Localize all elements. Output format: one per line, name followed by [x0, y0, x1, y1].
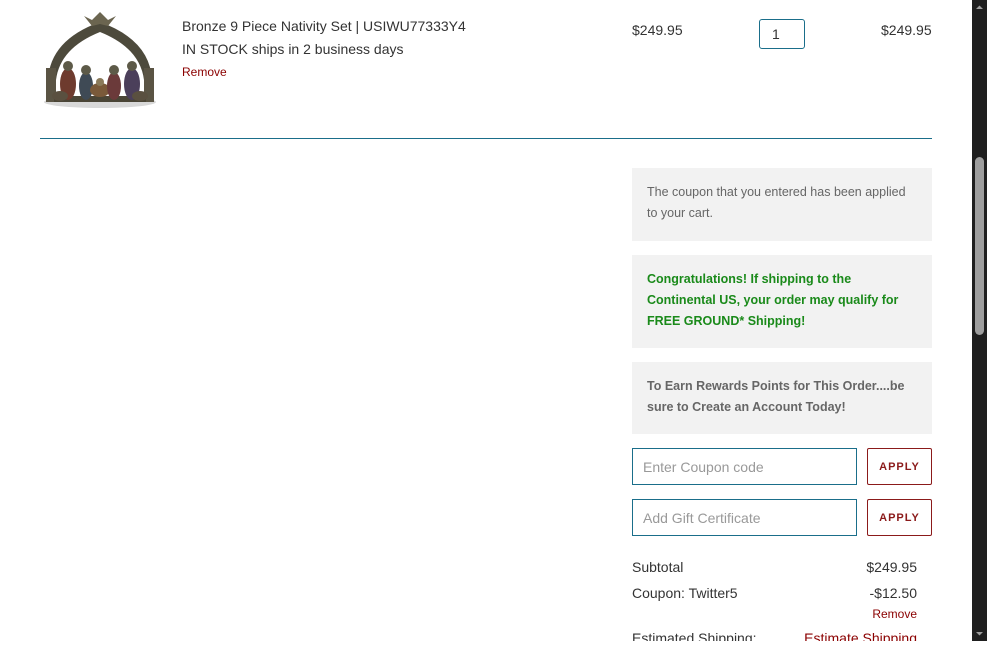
scroll-down-arrow-icon[interactable] [972, 626, 987, 641]
coupon-code-input[interactable] [632, 448, 857, 485]
vertical-scrollbar[interactable] [972, 0, 987, 641]
scrollbar-thumb[interactable] [975, 157, 984, 335]
stock-status: IN STOCK ships in 2 business days [182, 41, 404, 57]
product-title[interactable]: Bronze 9 Piece Nativity Set | USIWU77333… [182, 18, 466, 34]
unit-price: $249.95 [632, 22, 683, 38]
quantity-input[interactable] [759, 19, 805, 49]
apply-gift-certificate-button[interactable]: APPLY [867, 499, 932, 536]
nativity-set-icon [44, 12, 156, 108]
product-image[interactable] [40, 10, 160, 110]
subtotal-value: $249.95 [866, 559, 917, 575]
line-total: $249.95 [881, 22, 932, 38]
remove-coupon-link[interactable]: Remove [872, 607, 917, 621]
estimate-shipping-link[interactable]: Estimate Shipping [804, 630, 917, 641]
apply-coupon-button[interactable]: APPLY [867, 448, 932, 485]
coupon-applied-notice: The coupon that you entered has been app… [632, 168, 932, 241]
section-divider [40, 138, 932, 139]
cart-page: Bronze 9 Piece Nativity Set | USIWU77333… [0, 0, 972, 641]
gift-certificate-input[interactable] [632, 499, 857, 536]
coupon-discount-value: -$12.50 [869, 585, 917, 601]
subtotal-label: Subtotal [632, 559, 684, 575]
remove-item-link[interactable]: Remove [182, 65, 227, 79]
estimated-shipping-label: Estimated Shipping: [632, 630, 757, 641]
rewards-notice: To Earn Rewards Points for This Order...… [632, 362, 932, 434]
free-shipping-notice: Congratulations! If shipping to the Cont… [632, 255, 932, 348]
scroll-up-arrow-icon[interactable] [972, 0, 987, 15]
coupon-discount-label: Coupon: Twitter5 [632, 585, 738, 601]
